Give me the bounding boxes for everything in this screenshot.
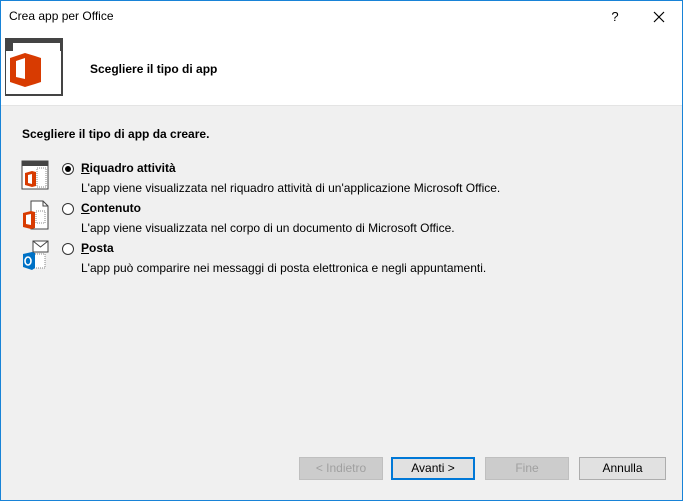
cancel-button[interactable]: Annulla <box>579 457 666 480</box>
finish-button[interactable]: Fine <box>485 457 569 480</box>
option-label: Contenuto <box>81 201 141 215</box>
option-description: L'app viene visualizzata nel corpo di un… <box>81 221 455 235</box>
option-label: Posta <box>81 241 114 255</box>
content-icon <box>23 200 49 230</box>
wizard-header: Scegliere il tipo di app <box>1 32 682 105</box>
next-button-label: Avanti > <box>411 461 455 475</box>
next-button[interactable]: vAvanti > <box>391 457 475 480</box>
office-logo-icon <box>5 38 63 96</box>
option-task-pane[interactable]: Riquadro attività L'app viene visualizza… <box>21 160 661 200</box>
option-description: L'app viene visualizzata nel riquadro at… <box>81 181 501 195</box>
radio-content[interactable] <box>62 203 74 215</box>
option-content[interactable]: Contenuto L'app viene visualizzata nel c… <box>21 200 661 240</box>
instruction-text: Scegliere il tipo di app da creare. <box>22 127 210 141</box>
task-pane-icon <box>21 160 49 190</box>
dialog-window: Crea app per Office ? Scegliere il tipo … <box>0 0 683 501</box>
wizard-body: Scegliere il tipo di app da creare. Riqu… <box>1 105 682 452</box>
mail-icon <box>23 240 49 270</box>
help-button[interactable]: ? <box>594 3 636 31</box>
title-bar: Crea app per Office ? <box>1 1 682 32</box>
close-button[interactable] <box>636 3 680 31</box>
close-icon <box>653 11 665 23</box>
option-mail[interactable]: Posta L'app può comparire nei messaggi d… <box>21 240 661 280</box>
page-title: Scegliere il tipo di app <box>90 62 218 76</box>
radio-task-pane[interactable] <box>62 163 74 175</box>
window-title: Crea app per Office <box>9 9 114 23</box>
radio-mail[interactable] <box>62 243 74 255</box>
back-button[interactable]: < Indietro <box>299 457 383 480</box>
option-description: L'app può comparire nei messaggi di post… <box>81 261 487 275</box>
option-label: Riquadro attività <box>81 161 176 175</box>
